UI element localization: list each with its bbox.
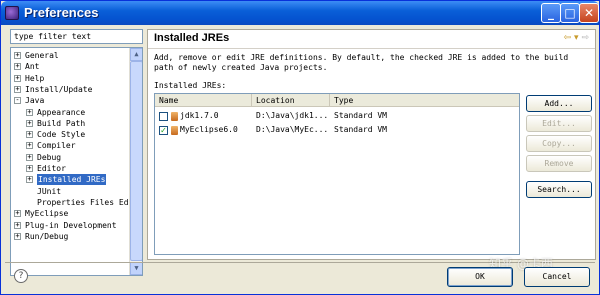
forward-arrow-icon[interactable]: ⇨: [581, 33, 589, 43]
expand-icon[interactable]: +: [14, 210, 21, 218]
expand-icon[interactable]: +: [14, 221, 21, 229]
tree-item-label: Plug-in Development: [25, 220, 117, 230]
jre-name: jdk1.7.0: [180, 111, 219, 120]
expand-icon[interactable]: +: [26, 153, 33, 161]
expand-icon[interactable]: +: [14, 52, 21, 59]
expand-icon[interactable]: +: [26, 142, 33, 150]
table-row[interactable]: ✓ MyEclipse6.0 D:\Java\MyEc... Standard …: [155, 123, 519, 137]
tree-item-label: Properties Files Ed: [37, 197, 129, 207]
tree-item-label: Ant: [25, 62, 40, 72]
minimize-button[interactable]: _: [541, 3, 561, 23]
tree-item-label: Debug: [37, 152, 62, 162]
page-navigation: ⇦ ▾ ⇨: [564, 33, 589, 43]
back-arrow-icon[interactable]: ⇦: [564, 33, 572, 43]
cancel-button[interactable]: Cancel: [524, 267, 590, 287]
expand-icon[interactable]: +: [26, 119, 33, 127]
jre-location: D:\Java\MyEc...: [256, 125, 328, 134]
edit-jre-button[interactable]: Edit...: [526, 115, 592, 132]
jre-name: MyEclipse6.0: [180, 125, 238, 134]
page-description: Add, remove or edit JRE definitions. By …: [154, 53, 569, 72]
help-icon[interactable]: ?: [14, 269, 28, 283]
expand-icon[interactable]: +: [14, 63, 21, 71]
tree-item-label: Appearance: [37, 107, 86, 117]
jre-location: D:\Java\jdk1...: [256, 111, 328, 120]
jre-checkbox[interactable]: ✓: [159, 126, 168, 135]
filter-input[interactable]: type filter text: [10, 29, 143, 44]
window-title: Preferences: [24, 5, 99, 20]
collapse-icon[interactable]: -: [14, 97, 21, 105]
scroll-down-arrow-icon[interactable]: ▼: [130, 262, 142, 275]
column-header-type[interactable]: Type: [330, 94, 519, 107]
page-title: Installed JREs: [154, 32, 230, 44]
tree-item-label: Run/Debug: [25, 231, 69, 241]
expand-icon[interactable]: +: [14, 85, 21, 93]
remove-jre-button[interactable]: Remove: [526, 155, 592, 172]
preferences-tree: + General + Ant + Help + Install/Update - Java + Ap…: [10, 47, 143, 276]
eclipse-icon: [5, 6, 19, 20]
tree-item-label: MyEclipse: [25, 209, 69, 219]
maximize-button[interactable]: □: [560, 3, 580, 23]
tree-scrollbar[interactable]: ▲ ▼: [129, 48, 142, 275]
scroll-up-arrow-icon[interactable]: ▲: [130, 48, 142, 61]
table-header: Name Location Type: [155, 94, 519, 107]
scroll-thumb[interactable]: [130, 61, 142, 261]
installed-jres-page: Installed JREs ⇦ ▾ ⇨ Add, remove or edit…: [147, 29, 596, 260]
expand-icon[interactable]: +: [14, 74, 21, 82]
jres-table: Name Location Type jdk1.7.0 D:\Java\jdk1…: [154, 93, 520, 255]
tree-item-label: Installed JREs: [37, 174, 107, 186]
expand-icon[interactable]: +: [26, 165, 33, 172]
jre-library-icon: [171, 126, 178, 135]
tree-item-label: General: [25, 51, 59, 60]
ok-button[interactable]: OK: [447, 267, 513, 287]
tree-item-label: Editor: [37, 164, 66, 173]
tree-item-label: Help: [25, 73, 45, 83]
close-button[interactable]: ✕: [579, 3, 599, 23]
add-jre-button[interactable]: Add...: [526, 95, 592, 112]
expand-icon[interactable]: +: [26, 108, 33, 116]
expand-icon[interactable]: +: [26, 131, 33, 139]
tree-item-label: Build Path: [37, 118, 86, 128]
jre-type: Standard VM: [334, 125, 387, 134]
preferences-window: Preferences _ □ ✕ type filter text + Gene…: [0, 0, 600, 295]
tree-item-label: Java: [25, 96, 45, 106]
tree-item-label: Code Style: [37, 130, 86, 140]
table-row[interactable]: jdk1.7.0 D:\Java\jdk1... Standard VM: [155, 109, 519, 123]
jre-library-icon: [171, 112, 178, 121]
tree-item-label: Compiler: [37, 141, 76, 151]
history-dropdown-icon[interactable]: ▾: [574, 33, 579, 43]
jre-checkbox[interactable]: [159, 112, 168, 121]
copy-jre-button[interactable]: Copy...: [526, 135, 592, 152]
title-bar[interactable]: Preferences _ □ ✕: [1, 1, 599, 25]
jre-type: Standard VM: [334, 111, 387, 120]
title-divider: [148, 48, 595, 49]
tree-item-label: Install/Update: [25, 84, 93, 94]
preferences-navigation: type filter text + General + Ant + Help + Insta…: [6, 29, 143, 276]
column-header-name[interactable]: Name: [155, 94, 252, 107]
installed-jres-label: Installed JREs:: [154, 81, 227, 90]
tree-item-label: JUnit: [37, 186, 62, 196]
expand-icon[interactable]: +: [14, 232, 21, 240]
expand-icon[interactable]: +: [26, 176, 33, 184]
search-jre-button[interactable]: Search...: [526, 181, 592, 198]
column-header-location[interactable]: Location: [252, 94, 330, 107]
